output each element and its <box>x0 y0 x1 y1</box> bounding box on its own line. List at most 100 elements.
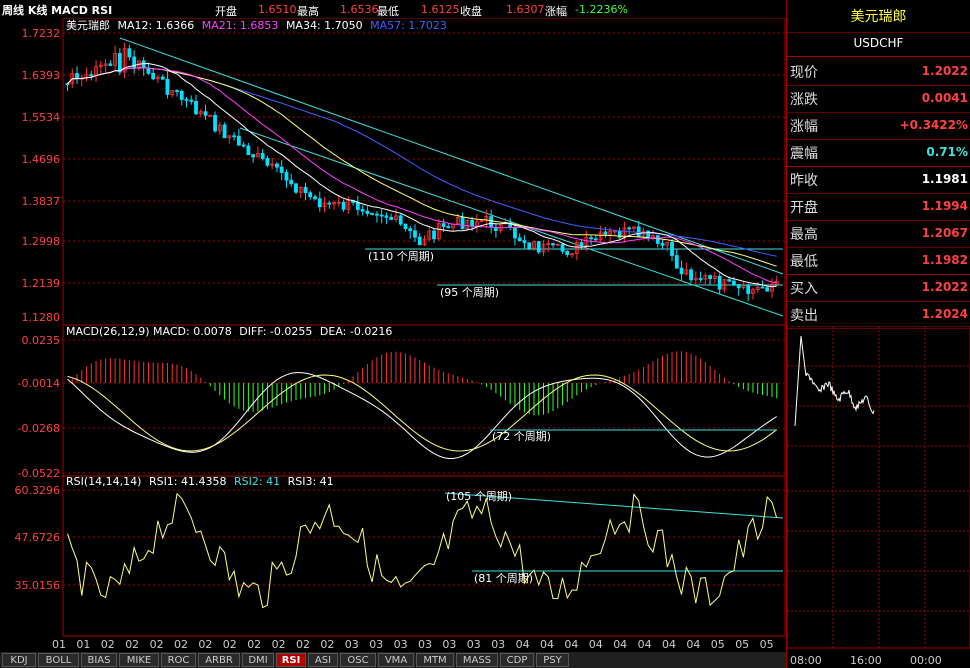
candle-body <box>446 226 451 229</box>
candle-body <box>294 183 298 193</box>
open-value: 1.6510 <box>258 3 297 16</box>
macd-dea-line <box>67 374 778 452</box>
change-value: -1.2236% <box>575 3 628 16</box>
macd-dea: DEA: -0.0216 <box>320 325 392 338</box>
candle-body <box>117 53 122 73</box>
high-label: 最高 <box>297 5 319 18</box>
candle-body <box>732 280 736 285</box>
tab-mass[interactable]: MASS <box>456 653 498 667</box>
macd-annotation: (72 个周期) <box>492 430 551 443</box>
tab-roc[interactable]: ROC <box>161 653 196 667</box>
candle-body <box>232 135 237 138</box>
candle-body <box>560 243 565 252</box>
tab-cdp[interactable]: CDP <box>500 653 534 667</box>
candle-body <box>708 275 712 279</box>
quote-row: 昨收 1.1981 <box>787 165 970 194</box>
low-label: 最低 <box>377 5 399 18</box>
time-tick: 02 <box>320 638 334 651</box>
intraday-chart[interactable]: 08:00 16:00 00:00 <box>787 326 970 668</box>
price-axis: 1.7232 1.6393 1.5534 1.4696 1.3837 1.2998 1.21… <box>22 27 61 324</box>
candle-body <box>327 202 332 205</box>
time-tick: 03 <box>467 638 481 651</box>
high-value: 1.6536 <box>340 3 379 16</box>
tab-rsi[interactable]: RSI <box>276 653 306 667</box>
time-tick: 04 <box>516 638 530 651</box>
quote-label: 涨跌 <box>790 92 818 108</box>
tab-psy[interactable]: PSY <box>536 653 569 667</box>
time-tick: 03 <box>491 638 505 651</box>
code-row: USDCHF <box>787 32 970 57</box>
candle-body <box>727 279 732 282</box>
candle-body <box>660 242 665 246</box>
quote-value: 1.1982 <box>921 253 968 267</box>
tab-osc[interactable]: OSC <box>340 653 376 667</box>
candle-body <box>260 153 265 159</box>
candle-body <box>141 60 146 69</box>
kline-chart[interactable]: 1.7232 1.6393 1.5534 1.4696 1.3837 1.2998 1.21… <box>0 18 786 652</box>
candle-body <box>194 101 198 115</box>
candle-body <box>251 154 256 158</box>
quote-value: 0.71% <box>926 145 968 159</box>
time-tick: 02 <box>272 638 286 651</box>
time-tick: 03 <box>394 638 408 651</box>
candle-body <box>646 230 651 238</box>
candle-body <box>308 192 313 198</box>
chart-title: 周线 K线 MACD RSI <box>2 4 113 17</box>
candle-body <box>65 83 70 86</box>
quote-value: +0.3422% <box>899 118 968 132</box>
annotation-110: (110 个周期) <box>368 250 434 263</box>
candle-body <box>403 223 408 230</box>
intraday-time-2: 00:00 <box>910 654 942 667</box>
time-tick: 01 <box>76 638 90 651</box>
candle-body <box>689 269 693 281</box>
candle-body <box>360 209 365 212</box>
legend-ma57: MA57: 1.7023 <box>370 19 447 32</box>
tab-dmi[interactable]: DMI <box>242 653 274 667</box>
time-tick: 04 <box>662 638 676 651</box>
time-tick: 05 <box>735 638 749 651</box>
candle-body <box>379 214 384 217</box>
tab-vma[interactable]: VMA <box>378 653 414 667</box>
candle-body <box>370 213 375 215</box>
candle-body <box>603 231 608 235</box>
quote-row: 涨幅 +0.3422% <box>787 111 970 140</box>
time-tick: 03 <box>345 638 359 651</box>
tab-asi[interactable]: ASI <box>308 653 338 667</box>
rsi-legend: RSI(14,14,14) RSI1: 41.4358 RSI2: 41 RSI… <box>66 475 334 488</box>
tab-boll[interactable]: BOLL <box>38 653 79 667</box>
quote-row: 最低 1.1982 <box>787 246 970 275</box>
candle-body <box>565 250 570 256</box>
tab-kdj[interactable]: KDJ <box>2 653 36 667</box>
candle-body <box>408 228 413 232</box>
instrument-code: USDCHF <box>853 36 904 50</box>
candle-body <box>489 216 494 228</box>
quote-row: 最高 1.2067 <box>787 219 970 248</box>
quote-value: 1.2022 <box>921 64 968 78</box>
rsi-legend-main: RSI(14,14,14) <box>66 475 141 488</box>
time-tick: 03 <box>369 638 383 651</box>
quote-label: 震幅 <box>790 146 818 162</box>
quote-label: 涨幅 <box>790 119 818 135</box>
candle-body <box>589 237 593 240</box>
candle-body <box>460 216 465 230</box>
tab-mtm[interactable]: MTM <box>416 653 454 667</box>
candle-body <box>513 226 517 239</box>
candle-body <box>655 235 660 244</box>
candle-body <box>413 230 417 238</box>
candle-body <box>175 90 179 92</box>
candle-body <box>765 287 770 292</box>
time-tick: 05 <box>711 638 725 651</box>
candle-body <box>284 172 289 181</box>
price-tick: 1.7232 <box>22 27 61 40</box>
macd-tick: -0.0268 <box>18 422 60 435</box>
ma-legend: 美元瑞郎 MA12: 1.6366 MA21: 1.6853 MA34: 1.7… <box>66 18 447 32</box>
candle-body <box>165 78 170 95</box>
quote-header: 美元瑞郎 <box>787 0 970 33</box>
trend-line-lower <box>239 127 784 317</box>
macd-legend-main: MACD(26,12,9) MACD: 0.0078 <box>66 325 232 338</box>
tab-bias[interactable]: BIAS <box>81 653 117 667</box>
candle-body <box>317 198 322 208</box>
tab-mike[interactable]: MIKE <box>119 653 159 667</box>
candle-body <box>374 213 379 216</box>
tab-arbr[interactable]: ARBR <box>198 653 240 667</box>
